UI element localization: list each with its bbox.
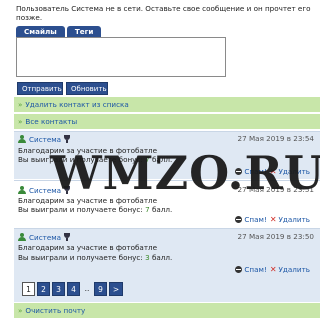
message-date: 27 Мая 2019 в 23:50 (237, 232, 314, 241)
message-item: Система 27 Мая 2019 в 23:51 Благодарим з… (14, 180, 320, 230)
clear-mail-link[interactable]: Очистить почту (25, 306, 85, 315)
all-contacts-bar[interactable]: » Все контакты (14, 114, 320, 129)
double-chevron-icon: » (18, 117, 23, 126)
message-text: Благодарим за участие в фотобатле (18, 146, 158, 155)
page-1: 1 (22, 282, 35, 296)
message-author[interactable]: Система (29, 233, 61, 242)
pagination: 1 2 3 4 .. 9 > (14, 278, 320, 302)
message-date: 27 Мая 2019 в 23:54 (237, 134, 314, 143)
double-chevron-icon: » (18, 306, 23, 315)
user-icon (18, 186, 26, 194)
spam-icon (235, 168, 243, 175)
editor-tabs: Смайлы Теги (16, 26, 103, 37)
message-author[interactable]: Система (29, 186, 61, 195)
send-button[interactable]: Отправить (17, 82, 63, 95)
delete-link[interactable]: Удалить (279, 215, 310, 224)
page-3[interactable]: 3 (52, 282, 65, 296)
cup-icon (64, 186, 71, 194)
refresh-button[interactable]: Обновить (66, 82, 108, 95)
cup-icon (64, 135, 71, 143)
page-ellipsis: .. (84, 284, 90, 293)
message-actions: Спам! ✕ Удалить (235, 265, 310, 274)
message-bonus-line: Вы выиграли и получаете бонус: 7 балл. (18, 155, 173, 164)
message-item: Система 27 Мая 2019 в 23:50 Благодарим з… (14, 228, 320, 278)
cup-icon (64, 233, 71, 241)
tab-tags[interactable]: Теги (66, 26, 102, 37)
delete-x-icon: ✕ (269, 167, 277, 176)
message-item: Система 27 Мая 2019 в 23:54 Благодарим з… (14, 131, 320, 179)
remove-contact-link[interactable]: Удалить контакт из списка (25, 100, 128, 109)
message-text: Благодарим за участие в фотобатле (18, 196, 158, 205)
spam-link[interactable]: Спам! (244, 215, 266, 224)
delete-link[interactable]: Удалить (279, 265, 310, 274)
all-contacts-link[interactable]: Все контакты (25, 117, 77, 126)
message-actions: Спам! ✕ Удалить (235, 215, 310, 224)
spam-icon (235, 266, 243, 273)
page-2[interactable]: 2 (37, 282, 50, 296)
remove-contact-bar[interactable]: » Удалить контакт из списка (14, 97, 320, 112)
message-actions: Спам! ✕ Удалить (235, 167, 310, 176)
page-4[interactable]: 4 (67, 282, 80, 296)
offline-notice: Пользователь Система не в сети. Оставьте… (16, 4, 311, 22)
message-text: Благодарим за участие в фотобатле (18, 243, 158, 252)
page-9[interactable]: 9 (94, 282, 107, 296)
message-bonus-line: Вы выиграли и получаете бонус: 3 балл. (18, 253, 173, 262)
clear-mail-bar[interactable]: » Очистить почту (14, 303, 320, 318)
user-icon (18, 135, 26, 143)
message-author[interactable]: Система (29, 135, 61, 144)
spam-icon (235, 216, 243, 223)
message-bonus-line: Вы выиграли и получаете бонус: 7 балл. (18, 205, 173, 214)
delete-link[interactable]: Удалить (279, 167, 310, 176)
user-icon (18, 233, 26, 241)
message-date: 27 Мая 2019 в 23:51 (237, 185, 314, 194)
spam-link[interactable]: Спам! (244, 265, 266, 274)
tab-smileys[interactable]: Смайлы (16, 26, 65, 37)
delete-x-icon: ✕ (269, 265, 277, 274)
delete-x-icon: ✕ (269, 215, 277, 224)
message-textarea[interactable] (16, 37, 226, 77)
spam-link[interactable]: Спам! (244, 167, 266, 176)
next-page-button[interactable]: > (109, 282, 123, 296)
double-chevron-icon: » (18, 100, 23, 109)
